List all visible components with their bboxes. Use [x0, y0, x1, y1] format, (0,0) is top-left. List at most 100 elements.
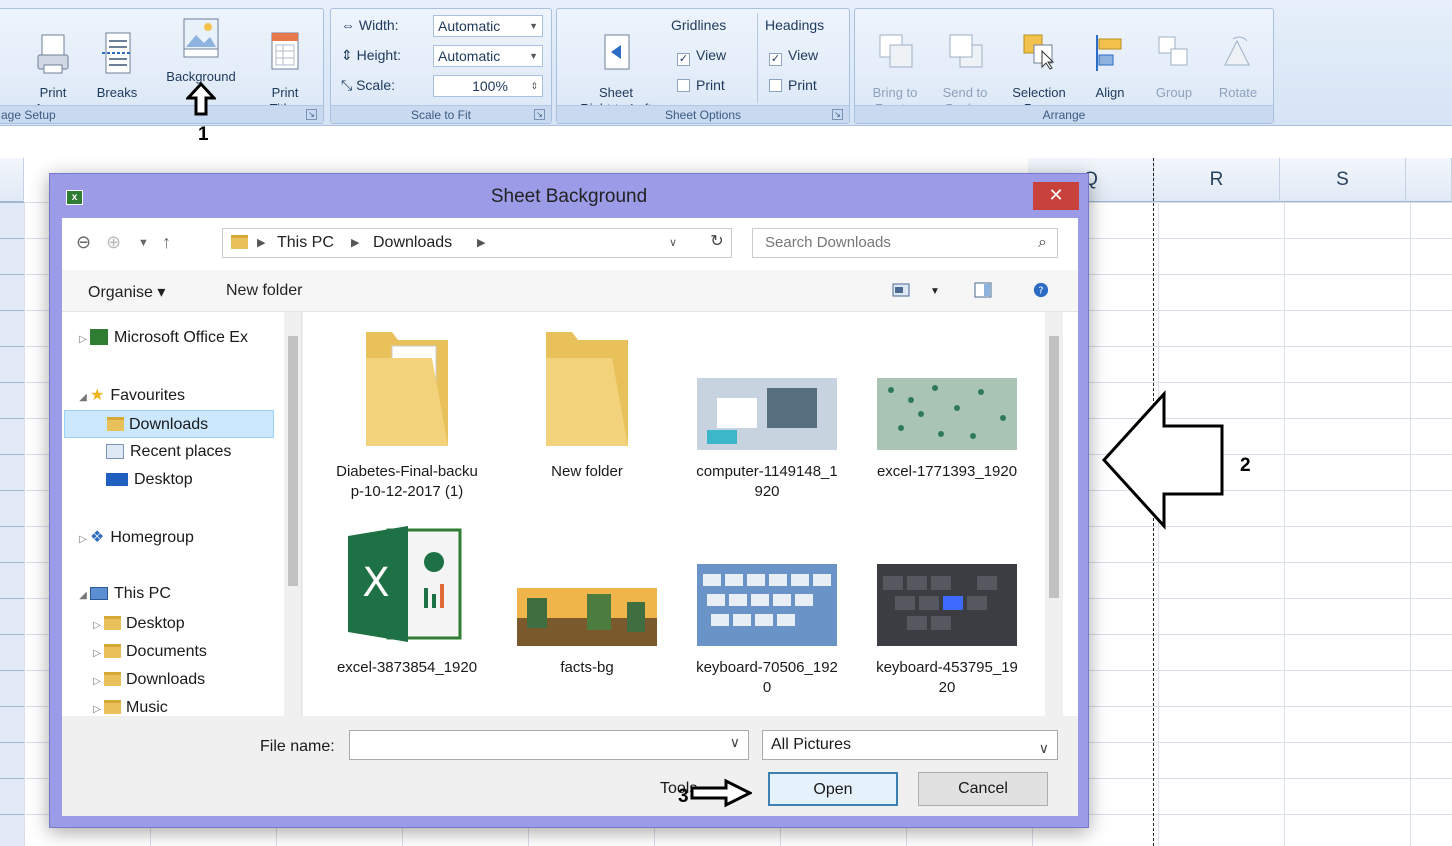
breadcrumb-this-pc[interactable]: This PC [277, 229, 334, 257]
nav-scrollbar[interactable] [284, 312, 301, 716]
sheet-options-launcher-icon[interactable]: ↘ [832, 109, 843, 120]
address-bar[interactable]: ▶ This PC ▶ Downloads ▶ ∨ [222, 228, 732, 258]
expand-icon[interactable]: ▷ [90, 696, 104, 716]
breadcrumb-downloads[interactable]: Downloads [373, 229, 452, 257]
up-arrow-icon[interactable]: ↑ [162, 232, 171, 253]
nav-item-pc-desktop-label: Desktop [126, 615, 185, 632]
search-input[interactable]: Search Downloads ⌕ [752, 228, 1058, 258]
file-item[interactable]: keyboard-70506_1920 [687, 522, 847, 698]
excel-logo-icon: X [344, 522, 470, 646]
scale-spinner[interactable]: 100% ⇕ [433, 75, 543, 97]
group-button[interactable]: Group ▾ [1143, 15, 1205, 117]
expand-icon[interactable]: ▷ [90, 640, 104, 668]
file-item[interactable]: Diabetes-Final-backup-10-12-2017 (1) [327, 322, 487, 502]
background-icon [183, 18, 219, 58]
nav-item-downloads-label: Downloads [129, 416, 209, 433]
spinner-icon[interactable]: ⇕ [530, 76, 538, 96]
file-item[interactable]: computer-1149148_1920 [687, 322, 847, 502]
gridlines-print-checkbox[interactable]: Print [677, 77, 725, 93]
svg-text:X: X [362, 560, 389, 606]
print-area-button[interactable]: Print Area ▾ [23, 15, 83, 117]
nav-item-pc-downloads[interactable]: ▷ Downloads [90, 666, 205, 694]
background-button[interactable]: Background [151, 15, 251, 85]
file-item[interactable]: New folder [507, 322, 667, 482]
file-name: keyboard-453795_1920 [876, 659, 1018, 696]
open-button[interactable]: Open [768, 772, 898, 806]
chevron-down-icon: ∨ [1038, 740, 1049, 756]
file-name: keyboard-70506_1920 [696, 659, 838, 696]
sheet-right-to-left-button[interactable]: Sheet Right-to-Left [561, 15, 671, 117]
file-name-input[interactable]: ∨ [349, 730, 749, 760]
file-item[interactable]: keyboard-453795_1920 [867, 522, 1027, 698]
group-icon [1158, 36, 1188, 66]
nav-scrollbar-thumb[interactable] [288, 336, 298, 586]
file-list-scrollbar[interactable] [1045, 312, 1063, 716]
nav-item-downloads-selected[interactable]: Downloads [64, 410, 274, 438]
nav-item-desktop[interactable]: Desktop [106, 466, 193, 494]
preview-pane-icon[interactable] [974, 282, 992, 298]
expand-icon[interactable]: ▷ [76, 326, 90, 354]
nav-item-pc-desktop[interactable]: ▷ Desktop [90, 610, 185, 638]
selection-pane-button[interactable]: Selection Pane [1001, 15, 1077, 117]
change-view-icon[interactable] [892, 282, 910, 298]
nav-item-favourites[interactable]: ◢ ★ Favourites [76, 382, 185, 410]
file-item[interactable]: facts-bg [507, 522, 667, 678]
folder-icon [366, 332, 448, 446]
image-thumbnail-icon [697, 564, 837, 646]
forward-icon[interactable]: ⊕ [106, 232, 121, 253]
nav-item-pc-music[interactable]: ▷ Music [90, 694, 168, 716]
column-header-r[interactable]: R [1154, 158, 1280, 202]
bring-to-front-button[interactable]: Bring to Front ▾ [861, 15, 929, 117]
help-icon[interactable]: ? [1032, 282, 1050, 298]
annotation-label-3: 3 [678, 786, 689, 807]
send-to-back-button[interactable]: Send to Back ▾ [931, 15, 999, 117]
folder-icon [546, 332, 628, 446]
gridlines-view-checkbox[interactable]: ✓ View [677, 47, 726, 66]
dialog-titlebar[interactable]: x Sheet Background ✕ [50, 174, 1088, 218]
width-icon: ⇔ [341, 17, 355, 33]
recent-places-icon [106, 444, 124, 459]
recent-dropdown-icon[interactable]: ▼ [138, 237, 149, 249]
file-list-scrollbar-thumb[interactable] [1049, 336, 1059, 598]
expand-icon[interactable]: ▷ [90, 612, 104, 640]
expand-icon[interactable]: ▷ [90, 668, 104, 696]
select-all-corner[interactable] [0, 158, 24, 202]
nav-item-homegroup[interactable]: ▷ ❖ Homegroup [76, 524, 194, 552]
breaks-button[interactable]: Breaks ▾ [89, 15, 145, 117]
page-setup-group-label: age Setup [0, 105, 323, 123]
close-button[interactable]: ✕ [1033, 182, 1079, 210]
align-button[interactable]: Align ▾ [1081, 15, 1139, 117]
nav-item-office[interactable]: ▷ Microsoft Office Ex [76, 324, 248, 352]
file-item[interactable]: excel-1771393_1920 [867, 322, 1027, 482]
chevron-down-icon[interactable]: ∨ [669, 229, 677, 257]
organise-button[interactable]: Organise ▾ [88, 282, 165, 302]
page-setup-launcher-icon[interactable]: ↘ [306, 109, 317, 120]
column-header-next[interactable] [1406, 158, 1452, 202]
column-header-s[interactable]: S [1280, 158, 1406, 202]
nav-item-this-pc[interactable]: ◢ This PC [76, 580, 171, 608]
headings-view-checkbox[interactable]: ✓ View [769, 47, 818, 66]
chevron-down-icon[interactable]: ∨ [730, 734, 740, 751]
rotate-button[interactable]: Rotate ▾ [1207, 15, 1269, 117]
height-dropdown[interactable]: Automatic ▼ [433, 45, 543, 67]
new-folder-button[interactable]: New folder [226, 282, 302, 300]
print-titles-button[interactable]: Print Titles [257, 15, 313, 117]
file-item[interactable]: X excel-3873854_1920 [327, 522, 487, 678]
divider [757, 13, 758, 103]
width-dropdown[interactable]: Automatic ▼ [433, 15, 543, 37]
view-options-dropdown-icon[interactable]: ▼ [930, 286, 940, 297]
arrange-group: Bring to Front ▾ Send to Back ▾ Selectio… [854, 8, 1274, 124]
folder-icon [104, 700, 121, 714]
expand-icon[interactable]: ▷ [76, 526, 90, 554]
back-icon[interactable]: ⊖ [76, 232, 91, 253]
nav-item-pc-documents[interactable]: ▷ Documents [90, 638, 207, 666]
nav-item-recent-places[interactable]: Recent places [106, 438, 231, 466]
refresh-icon[interactable]: ↻ [702, 228, 732, 258]
cancel-button[interactable]: Cancel [918, 772, 1048, 806]
star-icon: ★ [90, 387, 105, 404]
file-type-dropdown[interactable]: All Pictures ∨ [762, 730, 1058, 760]
headings-print-checkbox[interactable]: Print [769, 77, 817, 93]
collapse-icon[interactable]: ◢ [76, 582, 90, 610]
collapse-icon[interactable]: ◢ [76, 384, 90, 412]
scale-to-fit-launcher-icon[interactable]: ↘ [534, 109, 545, 120]
